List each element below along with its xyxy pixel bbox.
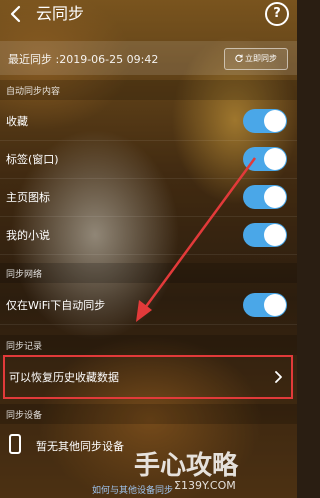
- sync-now-label: 立即同步: [245, 54, 277, 63]
- last-sync-time: 最近同步 :2019-06-25 09:42: [8, 53, 159, 66]
- toggle-label: 标签(窗口): [6, 153, 59, 166]
- section-label: 同步设备: [6, 411, 43, 421]
- section-label: 自动同步内容: [6, 87, 61, 97]
- section-sync-devices: 同步设备: [0, 404, 297, 424]
- cloud-sync-screen: 云同步 ? 最近同步 :2019-06-25 09:42 立即同步 自动同步内容…: [0, 0, 297, 498]
- back-arrow-icon[interactable]: [8, 3, 24, 25]
- help-icon[interactable]: ?: [265, 2, 289, 26]
- toggle-knob: [264, 186, 286, 208]
- toggle-knob: [264, 110, 286, 132]
- wifi-only-toggle[interactable]: [243, 293, 287, 317]
- toggle-knob: [264, 224, 286, 246]
- watermark-url: Σ139Y.COM: [174, 479, 236, 492]
- last-sync-bar: 最近同步 :2019-06-25 09:42 立即同步: [0, 41, 297, 75]
- toggle-row-home-icons: 主页图标: [0, 178, 297, 217]
- toggle-row-tabs: 标签(窗口): [0, 140, 297, 179]
- no-device-label: 暂无其他同步设备: [36, 440, 124, 453]
- toggle-knob: [264, 148, 286, 170]
- home-icons-toggle[interactable]: [243, 185, 287, 209]
- toggle-label: 主页图标: [6, 191, 50, 204]
- section-sync-network: 同步网络: [0, 263, 297, 283]
- section-label: 同步网络: [6, 270, 43, 280]
- toggle-label: 仅在WiFi下自动同步: [6, 299, 106, 312]
- toggle-row-wifi-only: 仅在WiFi下自动同步: [0, 286, 297, 325]
- refresh-icon: [235, 54, 243, 62]
- my-novels-toggle[interactable]: [243, 223, 287, 247]
- sync-now-button[interactable]: 立即同步: [224, 48, 288, 70]
- watermark-logo-text: 手心攻略: [134, 450, 239, 481]
- toggle-row-favorites: 收藏: [0, 102, 297, 141]
- phone-icon: [9, 434, 21, 454]
- favorites-toggle[interactable]: [243, 109, 287, 133]
- restore-history-row[interactable]: 可以恢复历史收藏数据: [3, 355, 293, 399]
- toggle-label: 收藏: [6, 115, 28, 128]
- header-bar: 云同步 ?: [0, 0, 297, 30]
- section-auto-sync-content: 自动同步内容: [0, 80, 297, 100]
- restore-history-label: 可以恢复历史收藏数据: [9, 371, 119, 384]
- tabs-toggle[interactable]: [243, 147, 287, 171]
- page-title: 云同步: [36, 4, 85, 23]
- section-label: 同步记录: [6, 342, 43, 352]
- toggle-knob: [264, 294, 286, 316]
- toggle-row-my-novels: 我的小说: [0, 216, 297, 255]
- section-sync-record: 同步记录: [0, 335, 297, 355]
- chevron-right-icon: [275, 371, 282, 383]
- toggle-label: 我的小说: [6, 229, 50, 242]
- site-watermark: 手心攻略 Σ139Y.COM: [128, 444, 293, 492]
